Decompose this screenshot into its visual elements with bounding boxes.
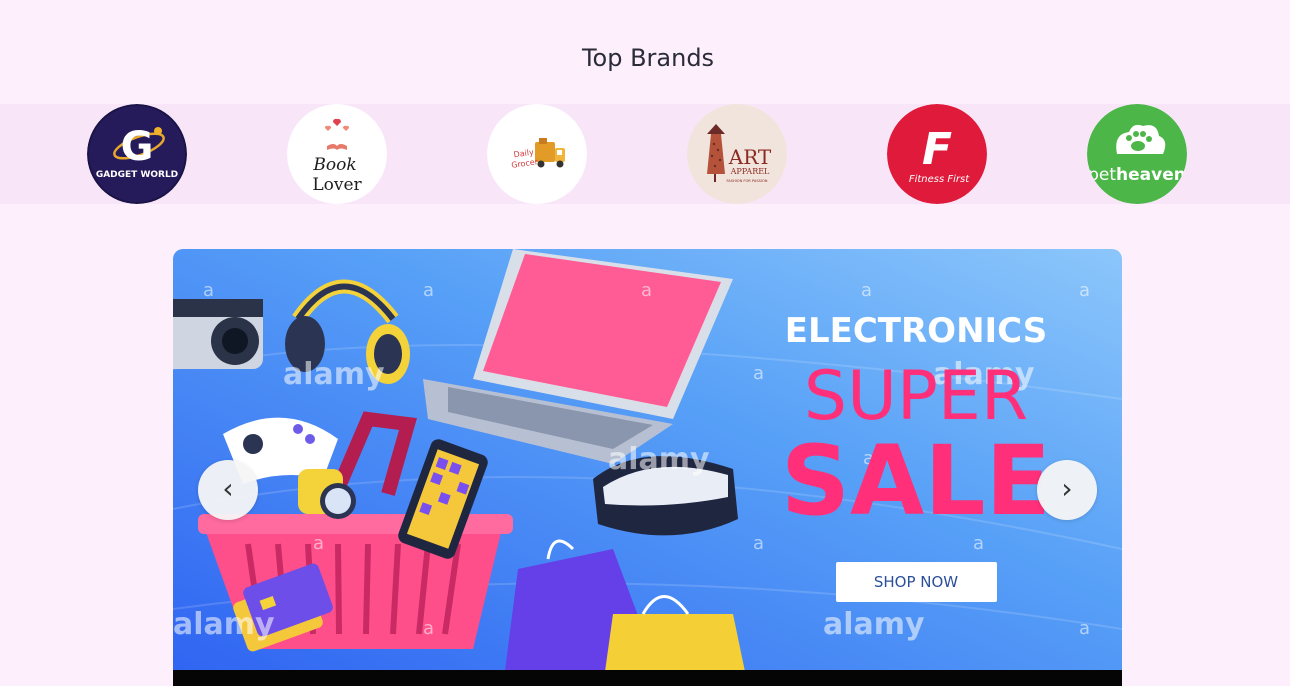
banner-line3: SALE bbox=[781, 425, 1051, 537]
camera-illustration bbox=[173, 299, 263, 369]
watermark-small: a bbox=[203, 280, 214, 301]
brand-strip: G GADGET WORLD Book Lover Daily Grocer A… bbox=[0, 104, 1290, 204]
carousel-banner[interactable]: alamy alamy alamy alamy alamy a a a a a … bbox=[173, 249, 1122, 686]
gadget-world-logo-icon: G GADGET WORLD bbox=[87, 104, 187, 204]
svg-text:petheaven: petheaven bbox=[1088, 165, 1186, 185]
watermark-small: a bbox=[753, 363, 764, 384]
fitness-first-logo-icon: F Fitness First bbox=[887, 104, 987, 204]
watermark-text: alamy bbox=[173, 607, 275, 642]
watermark-text: alamy bbox=[608, 442, 710, 477]
book-lover-logo-icon: Book Lover bbox=[287, 104, 387, 204]
brand-art-apparel[interactable]: ART APPAREL FASHION FOR PASSION bbox=[687, 104, 787, 204]
art-apparel-logo-icon: ART APPAREL FASHION FOR PASSION bbox=[687, 104, 787, 204]
watermark-small: a bbox=[313, 533, 324, 554]
fitness-first-name: Fitness First bbox=[909, 174, 970, 185]
electronics-sale-banner-image: alamy alamy alamy alamy alamy a a a a a … bbox=[173, 249, 1122, 686]
watermark-small: a bbox=[753, 533, 764, 554]
watermark-small: a bbox=[641, 280, 652, 301]
watermark-text: alamy bbox=[823, 607, 925, 642]
art-apparel-tagline: FASHION FOR PASSION bbox=[727, 179, 768, 183]
watermark-small: a bbox=[423, 280, 434, 301]
book-lover-line1: Book bbox=[312, 155, 356, 175]
shop-now-label: SHOP NOW bbox=[874, 573, 958, 591]
section-title: Top Brands bbox=[581, 44, 715, 72]
watermark-small: a bbox=[423, 618, 434, 639]
fitness-first-letter: F bbox=[922, 124, 952, 175]
carousel-next-button[interactable]: › bbox=[1037, 460, 1097, 520]
art-apparel-line1: ART bbox=[728, 145, 772, 169]
brand-daily-grocer[interactable]: Daily Grocer bbox=[487, 104, 587, 204]
gadget-world-name: GADGET WORLD bbox=[96, 170, 178, 180]
watermark-small: a bbox=[1079, 618, 1090, 639]
art-apparel-line2: APPAREL bbox=[730, 167, 770, 176]
pet-heaven-pre: pet bbox=[1088, 165, 1116, 185]
watermark-text: alamy bbox=[283, 357, 385, 392]
book-lover-line2: Lover bbox=[312, 175, 362, 195]
banner-line1: ELECTRONICS bbox=[785, 311, 1048, 351]
watermark-small: a bbox=[861, 280, 872, 301]
daily-grocer-truck-logo-icon: Daily Grocer bbox=[487, 104, 587, 204]
pet-heaven-paw-logo-icon: petheaven bbox=[1087, 104, 1187, 204]
brand-gadget-world[interactable]: G GADGET WORLD bbox=[87, 104, 187, 204]
page: Top Brands G GADGET WORLD Book Lover Dai… bbox=[0, 0, 1290, 686]
brand-pet-heaven[interactable]: petheaven bbox=[1087, 104, 1187, 204]
watermark-small: a bbox=[1079, 280, 1090, 301]
carousel-prev-button[interactable]: ‹ bbox=[198, 460, 258, 520]
brand-fitness-first[interactable]: F Fitness First bbox=[887, 104, 987, 204]
brand-book-lover[interactable]: Book Lover bbox=[287, 104, 387, 204]
pet-heaven-post: heaven bbox=[1116, 165, 1186, 185]
gadget-world-letter: G bbox=[121, 124, 154, 170]
